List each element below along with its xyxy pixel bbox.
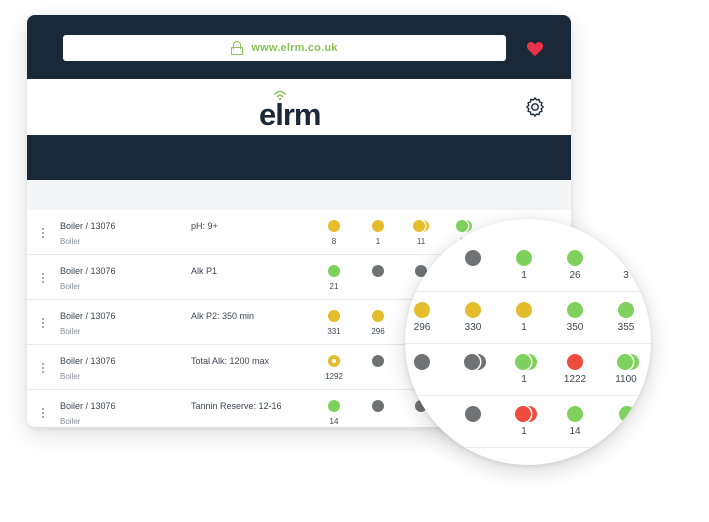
row-parameter: Alk P2: 350 min (191, 311, 255, 321)
reading-dot[interactable] (414, 302, 430, 318)
reading-value: 296 (413, 322, 431, 333)
row-menu-icon[interactable] (41, 273, 45, 285)
reading-value: 8 (331, 237, 337, 246)
reading-value: 1 (375, 237, 381, 246)
reading-dot[interactable] (328, 220, 340, 232)
marketing-stage: www.elrm.co.uk elrm Boiler / 13076 Boile… (0, 0, 709, 522)
reading-dot[interactable] (567, 250, 583, 266)
reading-dot[interactable] (328, 310, 340, 322)
row-subtitle: Boiler (60, 327, 81, 336)
reading-dot[interactable] (456, 220, 468, 232)
address-bar[interactable]: www.elrm.co.uk (63, 35, 506, 61)
table-header-band (27, 180, 571, 210)
reading-dot[interactable] (515, 354, 531, 370)
reading-value: 3 (623, 270, 629, 281)
reading-value: 21 (329, 282, 339, 291)
app-logo[interactable]: elrm (259, 90, 329, 132)
url-text: www.elrm.co.uk (251, 42, 338, 54)
reading-dot[interactable] (372, 400, 384, 412)
reading-value: 1222 (563, 374, 587, 385)
reading-dot[interactable] (413, 220, 425, 232)
reading-dot[interactable] (617, 354, 633, 370)
reading-value: 330 (464, 322, 482, 333)
reading-dot[interactable] (465, 302, 481, 318)
browser-toolbar: www.elrm.co.uk (27, 15, 571, 79)
reading-dot[interactable] (515, 406, 531, 422)
reading-dot[interactable] (328, 355, 340, 367)
reading-value: 1100 (615, 374, 637, 385)
reading-dot[interactable] (618, 302, 634, 318)
reading-dot[interactable] (465, 250, 481, 266)
reading-dot[interactable] (567, 354, 583, 370)
row-parameter: pH: 9+ (191, 221, 218, 231)
row-subtitle: Boiler (60, 237, 81, 246)
row-subtitle: Boiler (60, 372, 81, 381)
reading-value: 350 (566, 322, 584, 333)
row-menu-icon[interactable] (41, 228, 45, 240)
reading-dot[interactable] (619, 406, 635, 422)
reading-dot[interactable] (372, 355, 384, 367)
gear-icon[interactable] (524, 96, 546, 118)
heart-icon[interactable] (526, 41, 544, 57)
reading-dot[interactable] (372, 220, 384, 232)
reading-value: 296 (371, 327, 385, 336)
zoom-lens: 1 26 3 296 330 1 350 355 1 1222 1100 1 1… (405, 219, 651, 465)
reading-value: 355 (617, 322, 635, 333)
row-title: Boiler / 13076 (60, 311, 116, 321)
reading-dot[interactable] (516, 302, 532, 318)
row-parameter: Alk P1 (191, 266, 218, 276)
row-menu-icon[interactable] (41, 408, 45, 420)
reading-value: 14 (569, 426, 581, 437)
row-title: Boiler / 13076 (60, 356, 116, 366)
row-title: Boiler / 13076 (60, 221, 116, 231)
nav-band (27, 135, 571, 180)
reading-value: 1 (521, 322, 527, 333)
reading-value: 1 (521, 374, 527, 385)
row-title: Boiler / 13076 (60, 401, 116, 411)
logo-text: elrm (259, 97, 321, 132)
row-parameter: Total Alk: 1200 max (191, 356, 270, 366)
reading-dot[interactable] (328, 265, 340, 277)
reading-value: 11 (416, 237, 426, 246)
reading-dot[interactable] (372, 265, 384, 277)
reading-dot[interactable] (465, 406, 481, 422)
reading-dot[interactable] (567, 406, 583, 422)
row-parameter: Tannin Reserve: 12-16 (191, 401, 282, 411)
reading-value: 1 (521, 270, 527, 281)
reading-dot[interactable] (328, 400, 340, 412)
lock-icon (231, 41, 244, 55)
reading-value: 1292 (325, 372, 343, 381)
reading-dot[interactable] (464, 354, 480, 370)
row-menu-icon[interactable] (41, 363, 45, 375)
reading-value: 14 (329, 417, 339, 426)
reading-value: 26 (569, 270, 581, 281)
reading-value: 331 (327, 327, 341, 336)
row-menu-icon[interactable] (41, 318, 45, 330)
row-subtitle: Boiler (60, 417, 81, 426)
reading-dot[interactable] (414, 354, 430, 370)
reading-dot[interactable] (372, 310, 384, 322)
reading-value: 1 (521, 426, 527, 437)
app-header: elrm (27, 79, 571, 135)
reading-dot[interactable] (567, 302, 583, 318)
row-title: Boiler / 13076 (60, 266, 116, 276)
reading-dot[interactable] (516, 250, 532, 266)
row-subtitle: Boiler (60, 282, 81, 291)
